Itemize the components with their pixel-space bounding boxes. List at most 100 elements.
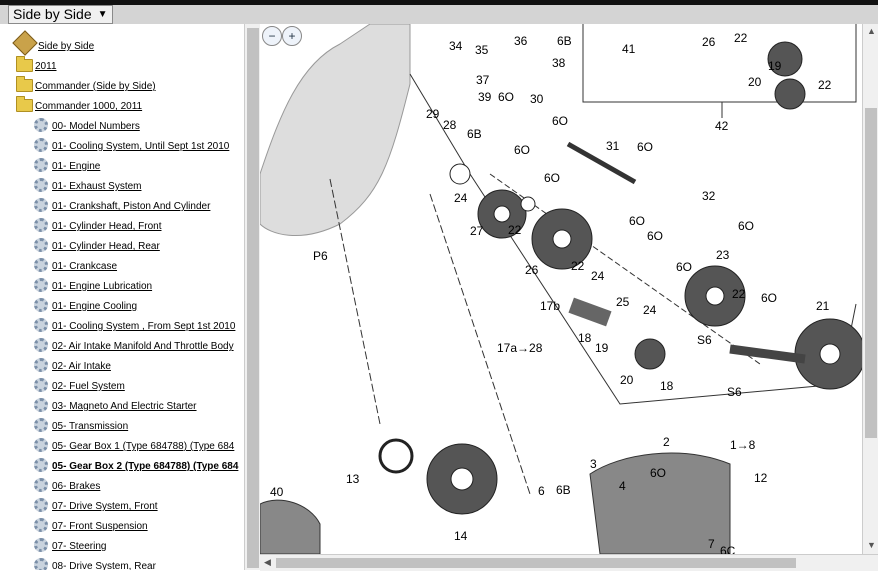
tree-item[interactable]: 03- Magneto And Electric Starter: [34, 392, 197, 412]
tree-item-label[interactable]: Commander 1000, 2011: [35, 101, 142, 112]
tree-item[interactable]: 08- Drive System, Rear: [34, 552, 156, 570]
tree-item[interactable]: 01- Cylinder Head, Front: [34, 212, 162, 232]
tree-item[interactable]: Commander 1000, 2011: [16, 92, 142, 112]
svg-text:42: 42: [715, 119, 729, 133]
tree-item[interactable]: 2011: [16, 52, 57, 72]
svg-text:12: 12: [754, 471, 768, 485]
svg-text:34: 34: [449, 39, 463, 53]
tree-item-label[interactable]: 01- Cooling System , From Sept 1st 2010: [52, 321, 235, 332]
tree-item-label[interactable]: 05- Gear Box 1 (Type 684788) (Type 684: [52, 441, 234, 452]
tree-item-label[interactable]: 2011: [35, 61, 57, 72]
svg-text:6O: 6O: [498, 90, 514, 104]
gear-icon: [34, 558, 48, 570]
tree-item[interactable]: Side by Side: [12, 30, 94, 56]
tree-item-label[interactable]: 01- Exhaust System: [52, 181, 141, 192]
tree-item-label[interactable]: 02- Fuel System: [52, 381, 125, 392]
svg-text:6O: 6O: [552, 114, 568, 128]
tree-scrollbar[interactable]: [244, 24, 261, 570]
tree-scrollbar-thumb[interactable]: [247, 28, 259, 568]
viewer-vertical-scrollbar[interactable]: ▲ ▼: [862, 24, 878, 554]
tree-item-label[interactable]: 01- Crankcase: [52, 261, 117, 272]
svg-text:6O: 6O: [761, 291, 777, 305]
tree-item-label[interactable]: Side by Side: [38, 41, 94, 52]
tree-item[interactable]: 01- Cylinder Head, Rear: [34, 232, 160, 252]
svg-text:27: 27: [470, 224, 484, 238]
tree-item-label[interactable]: 07- Steering: [52, 541, 106, 552]
svg-text:6O: 6O: [647, 229, 663, 243]
tree-item-label[interactable]: 00- Model Numbers: [52, 121, 140, 132]
tree-item[interactable]: 07- Drive System, Front: [34, 492, 158, 512]
tree-item-label[interactable]: 07- Front Suspension: [52, 521, 148, 532]
tree-item[interactable]: 01- Cooling System , From Sept 1st 2010: [34, 312, 235, 332]
tree-item-label[interactable]: 05- Transmission: [52, 421, 128, 432]
zoom-in-icon[interactable]: +: [282, 26, 302, 46]
scroll-down-icon[interactable]: ▼: [867, 540, 876, 550]
tree-item[interactable]: 01- Cooling System, Until Sept 1st 2010: [34, 132, 229, 152]
svg-text:6B: 6B: [467, 127, 482, 141]
gear-icon: [34, 458, 48, 472]
svg-text:28: 28: [443, 118, 457, 132]
gear-icon: [34, 298, 48, 312]
viewer-vertical-scrollbar-thumb[interactable]: [865, 108, 877, 438]
gear-icon: [34, 238, 48, 252]
tree-item[interactable]: 02- Air Intake: [34, 352, 111, 372]
svg-text:21: 21: [816, 299, 830, 313]
tree-item-label[interactable]: 07- Drive System, Front: [52, 501, 158, 512]
tree-item-label[interactable]: 01- Crankshaft, Piston And Cylinder: [52, 201, 210, 212]
tree-item[interactable]: 01- Engine Lubrication: [34, 272, 152, 292]
tree-item-label[interactable]: 01- Cylinder Head, Front: [52, 221, 162, 232]
svg-text:6O: 6O: [637, 140, 653, 154]
tree-item[interactable]: 07- Steering: [34, 532, 106, 552]
tree-item-label[interactable]: 06- Brakes: [52, 481, 100, 492]
scroll-left-icon[interactable]: ◀: [264, 557, 271, 568]
svg-text:6O: 6O: [629, 214, 645, 228]
tree-item[interactable]: 05- Transmission: [34, 412, 128, 432]
parts-tree: Side by Side 2011 Commander (Side by Side)…: [0, 24, 245, 570]
viewer-horizontal-scrollbar[interactable]: ◀: [260, 554, 878, 571]
tree-item-label[interactable]: 02- Air Intake: [52, 361, 111, 372]
tree-item-label[interactable]: 03- Magneto And Electric Starter: [52, 401, 197, 412]
tree-item-label[interactable]: 05- Gear Box 2 (Type 684788) (Type 684: [52, 461, 238, 472]
svg-text:20: 20: [620, 373, 634, 387]
zoom-out-icon[interactable]: −: [262, 26, 282, 46]
gear-icon: [34, 258, 48, 272]
tree-item-label[interactable]: 01- Engine: [52, 161, 100, 172]
tree-item-label[interactable]: 01- Cylinder Head, Rear: [52, 241, 160, 252]
tree-item-label[interactable]: Commander (Side by Side): [35, 81, 156, 92]
tree-item[interactable]: 06- Brakes: [34, 472, 100, 492]
viewer-horizontal-scrollbar-thumb[interactable]: [276, 558, 796, 568]
tree-item[interactable]: 01- Exhaust System: [34, 172, 141, 192]
category-select[interactable]: Side by Side ▼: [8, 5, 113, 24]
tree-item[interactable]: 01- Crankcase: [34, 252, 117, 272]
svg-text:29: 29: [426, 107, 440, 121]
tree-item[interactable]: 02- Air Intake Manifold And Throttle Bod…: [34, 332, 234, 352]
tree-item[interactable]: 02- Fuel System: [34, 372, 125, 392]
svg-text:6O: 6O: [676, 260, 692, 274]
tree-item[interactable]: 05- Gear Box 1 (Type 684788) (Type 684: [34, 432, 234, 452]
svg-text:22: 22: [508, 223, 522, 237]
tree-item-label[interactable]: 08- Drive System, Rear: [52, 561, 156, 570]
gear-icon: [34, 358, 48, 372]
svg-text:S6: S6: [727, 385, 742, 399]
tree-item-label[interactable]: 01- Cooling System, Until Sept 1st 2010: [52, 141, 229, 152]
tree-item-label[interactable]: 01- Engine Lubrication: [52, 281, 152, 292]
svg-text:18: 18: [660, 379, 674, 393]
gear-icon: [34, 138, 48, 152]
tree-item[interactable]: 01- Engine Cooling: [34, 292, 137, 312]
tree-item[interactable]: Commander (Side by Side): [16, 72, 156, 92]
svg-text:36: 36: [514, 34, 528, 48]
tree-item[interactable]: 01- Crankshaft, Piston And Cylinder: [34, 192, 210, 212]
svg-text:19: 19: [595, 341, 609, 355]
tree-item[interactable]: 01- Engine: [34, 152, 100, 172]
svg-text:P6: P6: [313, 249, 328, 263]
tree-item-label[interactable]: 01- Engine Cooling: [52, 301, 137, 312]
tree-item[interactable]: 07- Front Suspension: [34, 512, 148, 532]
gear-icon: [34, 178, 48, 192]
tree-item[interactable]: 00- Model Numbers: [34, 112, 140, 132]
gear-icon: [34, 338, 48, 352]
tree-item[interactable]: 05- Gear Box 2 (Type 684788) (Type 684: [34, 452, 238, 472]
svg-text:39: 39: [478, 90, 492, 104]
tree-item-label[interactable]: 02- Air Intake Manifold And Throttle Bod…: [52, 341, 234, 352]
svg-text:22: 22: [734, 31, 748, 45]
scroll-up-icon[interactable]: ▲: [867, 26, 876, 36]
